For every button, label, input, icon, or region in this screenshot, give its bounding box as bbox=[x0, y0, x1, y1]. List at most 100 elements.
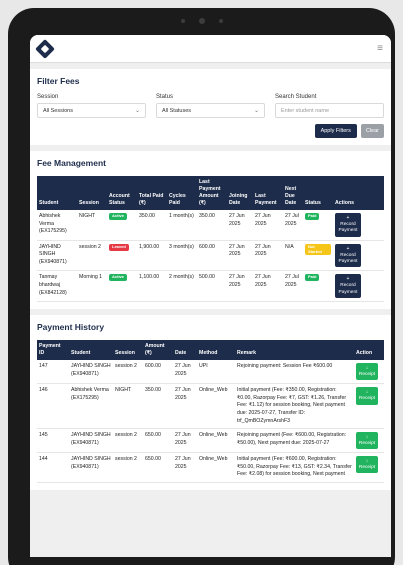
table-row: Tanmay bhardwaj (EX842128) Morning 1 Activ… bbox=[37, 270, 384, 303]
session-select[interactable]: All Sessions ⌄ bbox=[37, 103, 146, 118]
account-status-badge: Active bbox=[109, 213, 128, 220]
cell-session: NIGHT bbox=[113, 383, 143, 430]
sensor-dot bbox=[218, 19, 223, 23]
record-payment-button[interactable]: + Record Payment bbox=[335, 243, 361, 268]
cell-session: session 2 bbox=[113, 360, 143, 385]
cell-method: Online_Web bbox=[197, 452, 235, 483]
cell-amount: 650.00 bbox=[143, 452, 173, 483]
search-student-input[interactable]: Enter student name bbox=[275, 103, 384, 118]
receipt-button[interactable]: ↓ Receipt bbox=[356, 432, 378, 450]
cell-actions: + Record Payment bbox=[333, 270, 384, 303]
cell-next-due: N/A bbox=[283, 240, 303, 272]
tablet-frame: ≡ Filter Fees Session All Sessions ⌄ Sta… bbox=[8, 8, 395, 565]
fee-table: Student Session Account Status Total Pai… bbox=[37, 176, 384, 303]
cell-account-status: Leaved bbox=[107, 240, 137, 272]
col-header: Last Payment bbox=[253, 176, 283, 211]
table-row: 147 JAYHIND SINGH (EX940871) session 2 600.… bbox=[37, 360, 384, 385]
fee-management-card: Fee Management Student Session Account S… bbox=[30, 151, 391, 310]
camera-lens bbox=[198, 18, 205, 24]
receipt-button[interactable]: ↓ Receipt bbox=[356, 387, 378, 405]
cell-cycles: 1 month(s) bbox=[167, 210, 197, 241]
apply-filters-button[interactable]: Apply Filters bbox=[314, 124, 357, 138]
col-header: Amount (₹) bbox=[143, 340, 173, 361]
cell-cycles: 3 month(s) bbox=[167, 240, 197, 272]
screen: ≡ Filter Fees Session All Sessions ⌄ Sta… bbox=[30, 35, 391, 557]
table-row: 144 JAYHIND SINGH (EX940871) session 2 650.… bbox=[37, 452, 384, 483]
cell-remark: Initial payment (Fee: ₹350.00, Registrat… bbox=[235, 383, 354, 430]
status-select-value: All Statuses bbox=[162, 107, 192, 114]
status-label: Status bbox=[156, 94, 174, 100]
filter-row: Session All Sessions ⌄ Status All Status… bbox=[37, 94, 384, 118]
receipt-button[interactable]: ↓ Receipt bbox=[356, 456, 378, 474]
cell-action: ↓ Receipt bbox=[354, 428, 384, 454]
chevron-down-icon: ⌄ bbox=[253, 108, 259, 114]
cell-action: ↓ Receipt bbox=[354, 360, 384, 385]
status-badge: Paid bbox=[305, 213, 320, 220]
col-header: Date bbox=[173, 340, 197, 361]
cell-joining: 27 Jun 2025 bbox=[227, 210, 253, 241]
cell-method: Online_Web bbox=[197, 383, 235, 430]
cell-student: JAYHIND SINGH (EX940871) bbox=[69, 452, 113, 483]
cell-status: Paid bbox=[303, 270, 333, 303]
download-icon: ↓ bbox=[365, 434, 369, 441]
cell-last-payment: 27 Jun 2025 bbox=[253, 270, 283, 303]
col-header: Next Due Date bbox=[283, 176, 303, 211]
col-header: Total Paid (₹) bbox=[137, 176, 167, 211]
cell-id: 144 bbox=[37, 452, 69, 483]
cell-next-due: 27 Jul 2025 bbox=[283, 270, 303, 303]
cell-session: session 2 bbox=[113, 452, 143, 483]
cell-actions: + Record Payment bbox=[333, 210, 384, 241]
record-payment-button[interactable]: + Record Payment bbox=[335, 213, 361, 237]
cell-date: 27 Jun 2025 bbox=[173, 383, 197, 430]
cell-last-payment: 27 Jun 2025 bbox=[253, 210, 283, 241]
col-header: Student bbox=[37, 176, 77, 211]
col-header: Last Payment Amount (₹) bbox=[197, 176, 227, 211]
col-header: Cycles Paid bbox=[167, 176, 197, 211]
filter-buttons: Apply Filters Clear bbox=[37, 124, 384, 138]
cell-id: 146 bbox=[37, 383, 69, 430]
download-icon: ↓ bbox=[365, 458, 369, 465]
cell-last-amount: 500.00 bbox=[197, 270, 227, 303]
clear-button[interactable]: Clear bbox=[360, 124, 384, 138]
cell-session: NIGHT bbox=[77, 210, 107, 241]
app-bar: ≡ bbox=[30, 35, 391, 63]
cell-student: JAYHIND SINGH (EX940871) bbox=[37, 240, 77, 272]
chevron-down-icon: ⌄ bbox=[134, 108, 140, 114]
fee-table-header: Student Session Account Status Total Pai… bbox=[37, 176, 384, 211]
hamburger-menu-icon[interactable]: ≡ bbox=[377, 43, 383, 54]
col-header: Action bbox=[354, 340, 384, 361]
col-header: Remark bbox=[235, 340, 354, 361]
cell-last-amount: 600.00 bbox=[197, 240, 227, 272]
cell-id: 147 bbox=[37, 360, 69, 385]
record-payment-button[interactable]: + Record Payment bbox=[335, 274, 361, 299]
col-header: Joining Date bbox=[227, 176, 253, 211]
cell-cycles: 2 month(s) bbox=[167, 270, 197, 303]
receipt-button[interactable]: ↓ Receipt bbox=[356, 363, 378, 381]
cell-remark: Initial payment (Fee: ₹600.00, Registrat… bbox=[235, 452, 354, 483]
search-label: Search Student bbox=[275, 94, 317, 100]
camera-bar bbox=[180, 18, 223, 24]
cell-status: Paid bbox=[303, 210, 333, 241]
status-badge: Not Started bbox=[305, 243, 331, 256]
cell-amount: 350.00 bbox=[143, 383, 173, 430]
cell-last-payment: 27 Jun 2025 bbox=[253, 240, 283, 272]
cell-remark: Rejoining payment: Session Fee ₹600.00 bbox=[235, 360, 354, 385]
col-header: Session bbox=[77, 176, 107, 211]
cell-date: 27 Jun 2025 bbox=[173, 360, 197, 385]
cell-student: JAYHIND SINGH (EX940871) bbox=[69, 428, 113, 454]
brand-logo-icon[interactable] bbox=[35, 38, 55, 59]
sensor-dot bbox=[180, 19, 185, 23]
account-status-badge: Leaved bbox=[109, 243, 129, 251]
cell-method: Online_Web bbox=[197, 428, 235, 454]
col-header: Student bbox=[69, 340, 113, 361]
cell-student: JAYHIND SINGH (EX940871) bbox=[69, 360, 113, 385]
status-select[interactable]: All Statuses ⌄ bbox=[156, 103, 265, 118]
col-header: Payment ID bbox=[37, 340, 69, 361]
cell-date: 27 Jun 2025 bbox=[173, 452, 197, 483]
cell-session: session 2 bbox=[113, 428, 143, 454]
cell-id: 145 bbox=[37, 428, 69, 454]
filter-title: Filter Fees bbox=[37, 76, 80, 86]
cell-date: 27 Jun 2025 bbox=[173, 428, 197, 454]
cell-action: ↓ Receipt bbox=[354, 452, 384, 483]
col-header: Actions bbox=[333, 176, 384, 211]
